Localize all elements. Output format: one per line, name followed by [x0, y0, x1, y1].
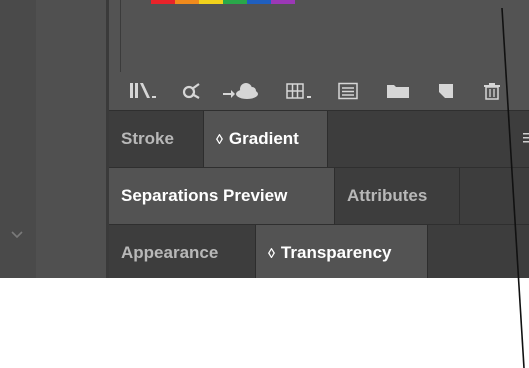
annotation-line	[501, 7, 525, 368]
